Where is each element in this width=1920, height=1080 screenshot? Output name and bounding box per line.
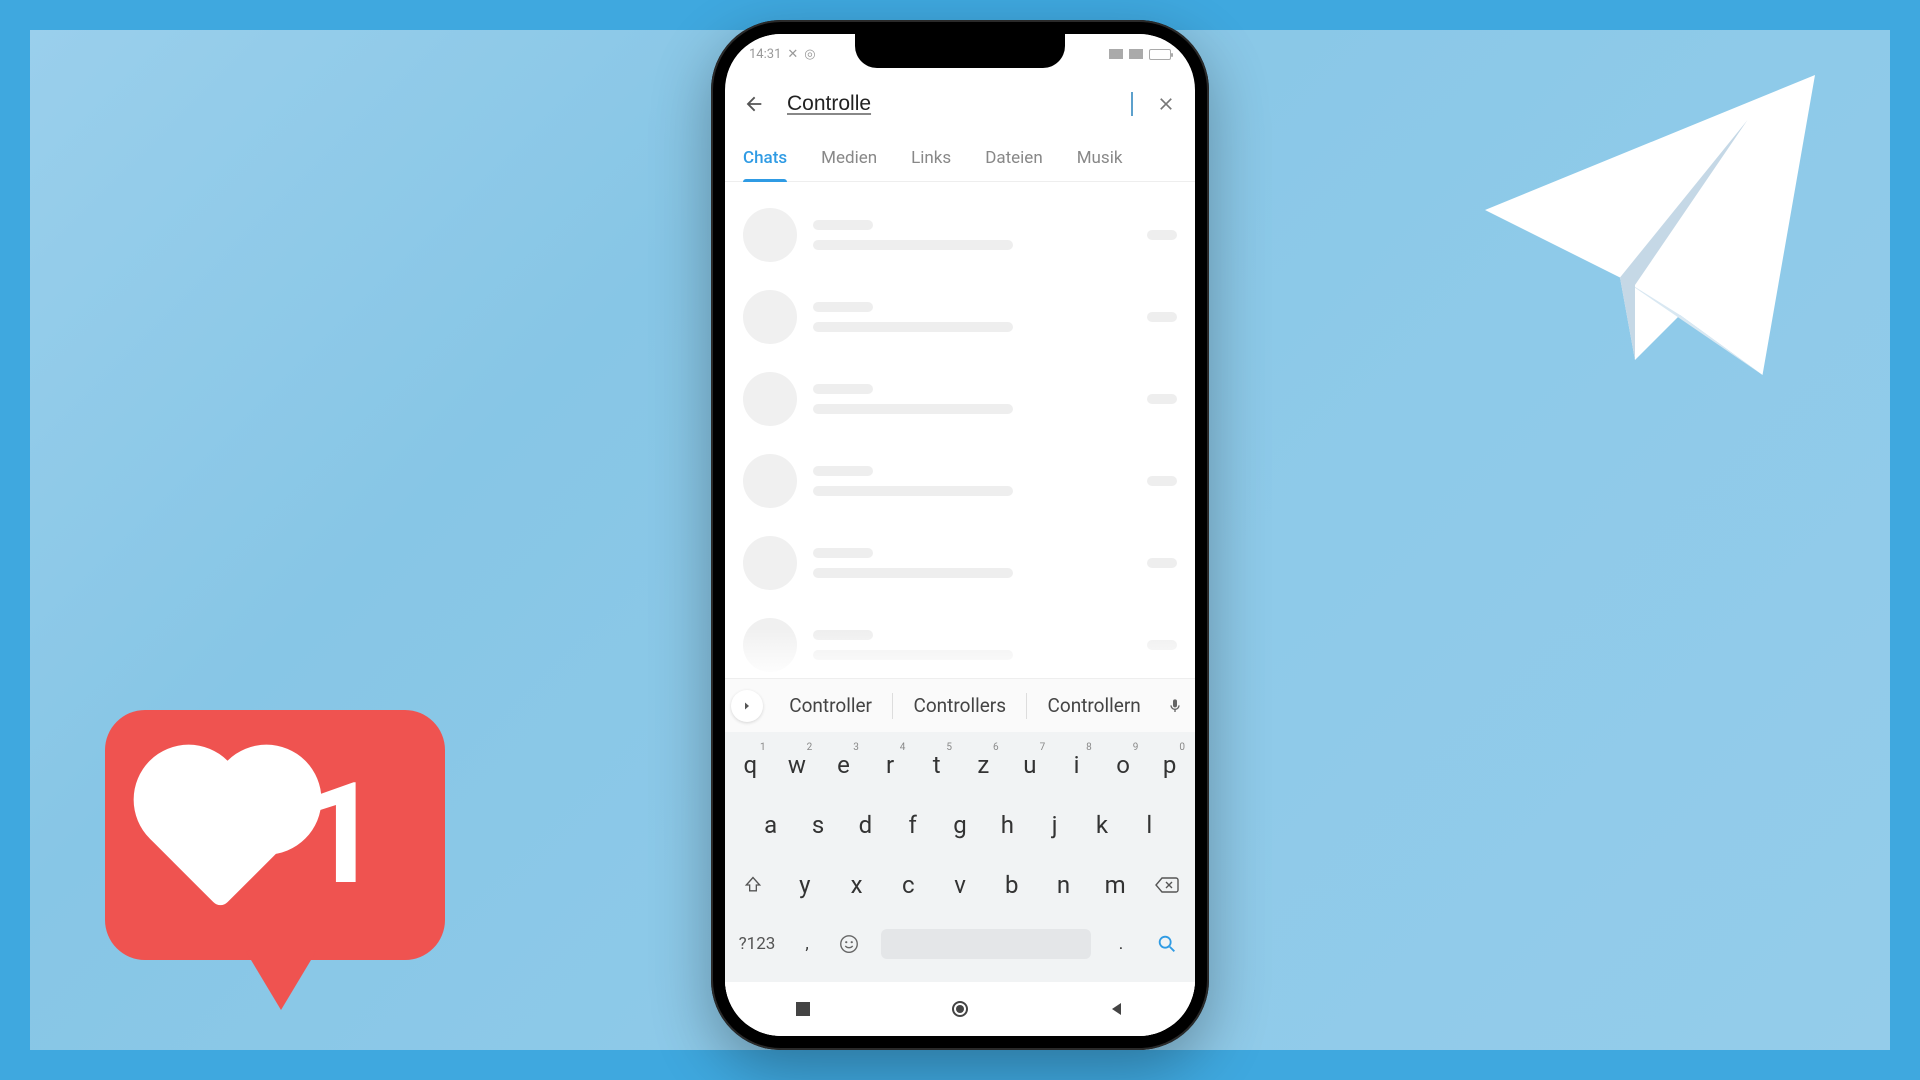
android-nav-bar <box>725 982 1195 1036</box>
key-k[interactable]: k <box>1080 800 1123 850</box>
tab-medien[interactable]: Medien <box>821 134 877 181</box>
key-d[interactable]: d <box>844 800 887 850</box>
chat-placeholder <box>739 522 1181 604</box>
chat-placeholder <box>739 358 1181 440</box>
key-g[interactable]: g <box>938 800 981 850</box>
signal-icon <box>1109 49 1123 59</box>
keyboard: Controller Controllers Controllern q1w2e… <box>725 678 1195 1036</box>
nav-home-icon[interactable] <box>949 998 971 1020</box>
shift-key[interactable] <box>729 860 777 910</box>
key-z[interactable]: z6 <box>962 740 1005 790</box>
tab-musik[interactable]: Musik <box>1077 134 1123 181</box>
spacebar[interactable] <box>881 929 1091 959</box>
chat-placeholder <box>739 276 1181 358</box>
key-c[interactable]: c <box>884 860 932 910</box>
expand-suggestions-icon[interactable] <box>731 690 763 722</box>
key-i[interactable]: i8 <box>1055 740 1098 790</box>
comma-key[interactable]: , <box>789 920 825 968</box>
phone-mockup: 14:31 ✕◎ Chats Medien Links Dateien Mus <box>711 20 1209 1050</box>
key-x[interactable]: x <box>833 860 881 910</box>
clear-search-icon[interactable] <box>1155 93 1177 115</box>
key-j[interactable]: j <box>1033 800 1076 850</box>
key-n[interactable]: n <box>1040 860 1088 910</box>
key-r[interactable]: r4 <box>869 740 912 790</box>
key-v[interactable]: v <box>936 860 984 910</box>
key-f[interactable]: f <box>891 800 934 850</box>
emoji-key[interactable] <box>829 920 869 968</box>
back-arrow-icon[interactable] <box>743 93 765 115</box>
heart-icon <box>150 761 298 909</box>
key-m[interactable]: m <box>1091 860 1139 910</box>
key-p[interactable]: p0 <box>1148 740 1191 790</box>
key-b[interactable]: b <box>988 860 1036 910</box>
nav-recent-icon[interactable] <box>792 998 814 1020</box>
period-key[interactable]: . <box>1103 920 1139 968</box>
key-h[interactable]: h <box>986 800 1029 850</box>
key-e[interactable]: e3 <box>822 740 865 790</box>
suggestion[interactable]: Controller <box>771 694 890 717</box>
search-input[interactable] <box>787 92 1133 116</box>
suggestion[interactable]: Controllern <box>1029 694 1159 717</box>
search-enter-key[interactable] <box>1143 920 1191 968</box>
like-badge: 1 <box>105 710 445 1010</box>
key-q[interactable]: q1 <box>729 740 772 790</box>
suggestion[interactable]: Controllers <box>895 694 1024 717</box>
suggestion-bar: Controller Controllers Controllern <box>725 678 1195 732</box>
mic-icon[interactable] <box>1161 696 1189 716</box>
tab-links[interactable]: Links <box>911 134 951 181</box>
search-header <box>725 74 1195 134</box>
key-u[interactable]: u7 <box>1009 740 1052 790</box>
search-tabs: Chats Medien Links Dateien Musik <box>725 134 1195 182</box>
status-time: 14:31 <box>749 47 781 62</box>
nav-back-icon[interactable] <box>1106 998 1128 1020</box>
chat-placeholder <box>739 194 1181 276</box>
telegram-icon <box>1470 60 1830 400</box>
key-l[interactable]: l <box>1128 800 1171 850</box>
signal-icon <box>1129 49 1143 59</box>
backspace-key[interactable] <box>1143 860 1191 910</box>
key-w[interactable]: w2 <box>776 740 819 790</box>
chat-placeholder <box>739 604 1181 686</box>
key-a[interactable]: a <box>749 800 792 850</box>
key-s[interactable]: s <box>796 800 839 850</box>
tab-chats[interactable]: Chats <box>743 134 787 181</box>
battery-icon <box>1149 49 1171 60</box>
key-t[interactable]: t5 <box>915 740 958 790</box>
chat-results <box>725 182 1195 698</box>
key-o[interactable]: o9 <box>1102 740 1145 790</box>
chat-placeholder <box>739 440 1181 522</box>
tab-dateien[interactable]: Dateien <box>985 134 1043 181</box>
key-y[interactable]: y <box>781 860 829 910</box>
symbols-key[interactable]: ?123 <box>729 920 785 968</box>
